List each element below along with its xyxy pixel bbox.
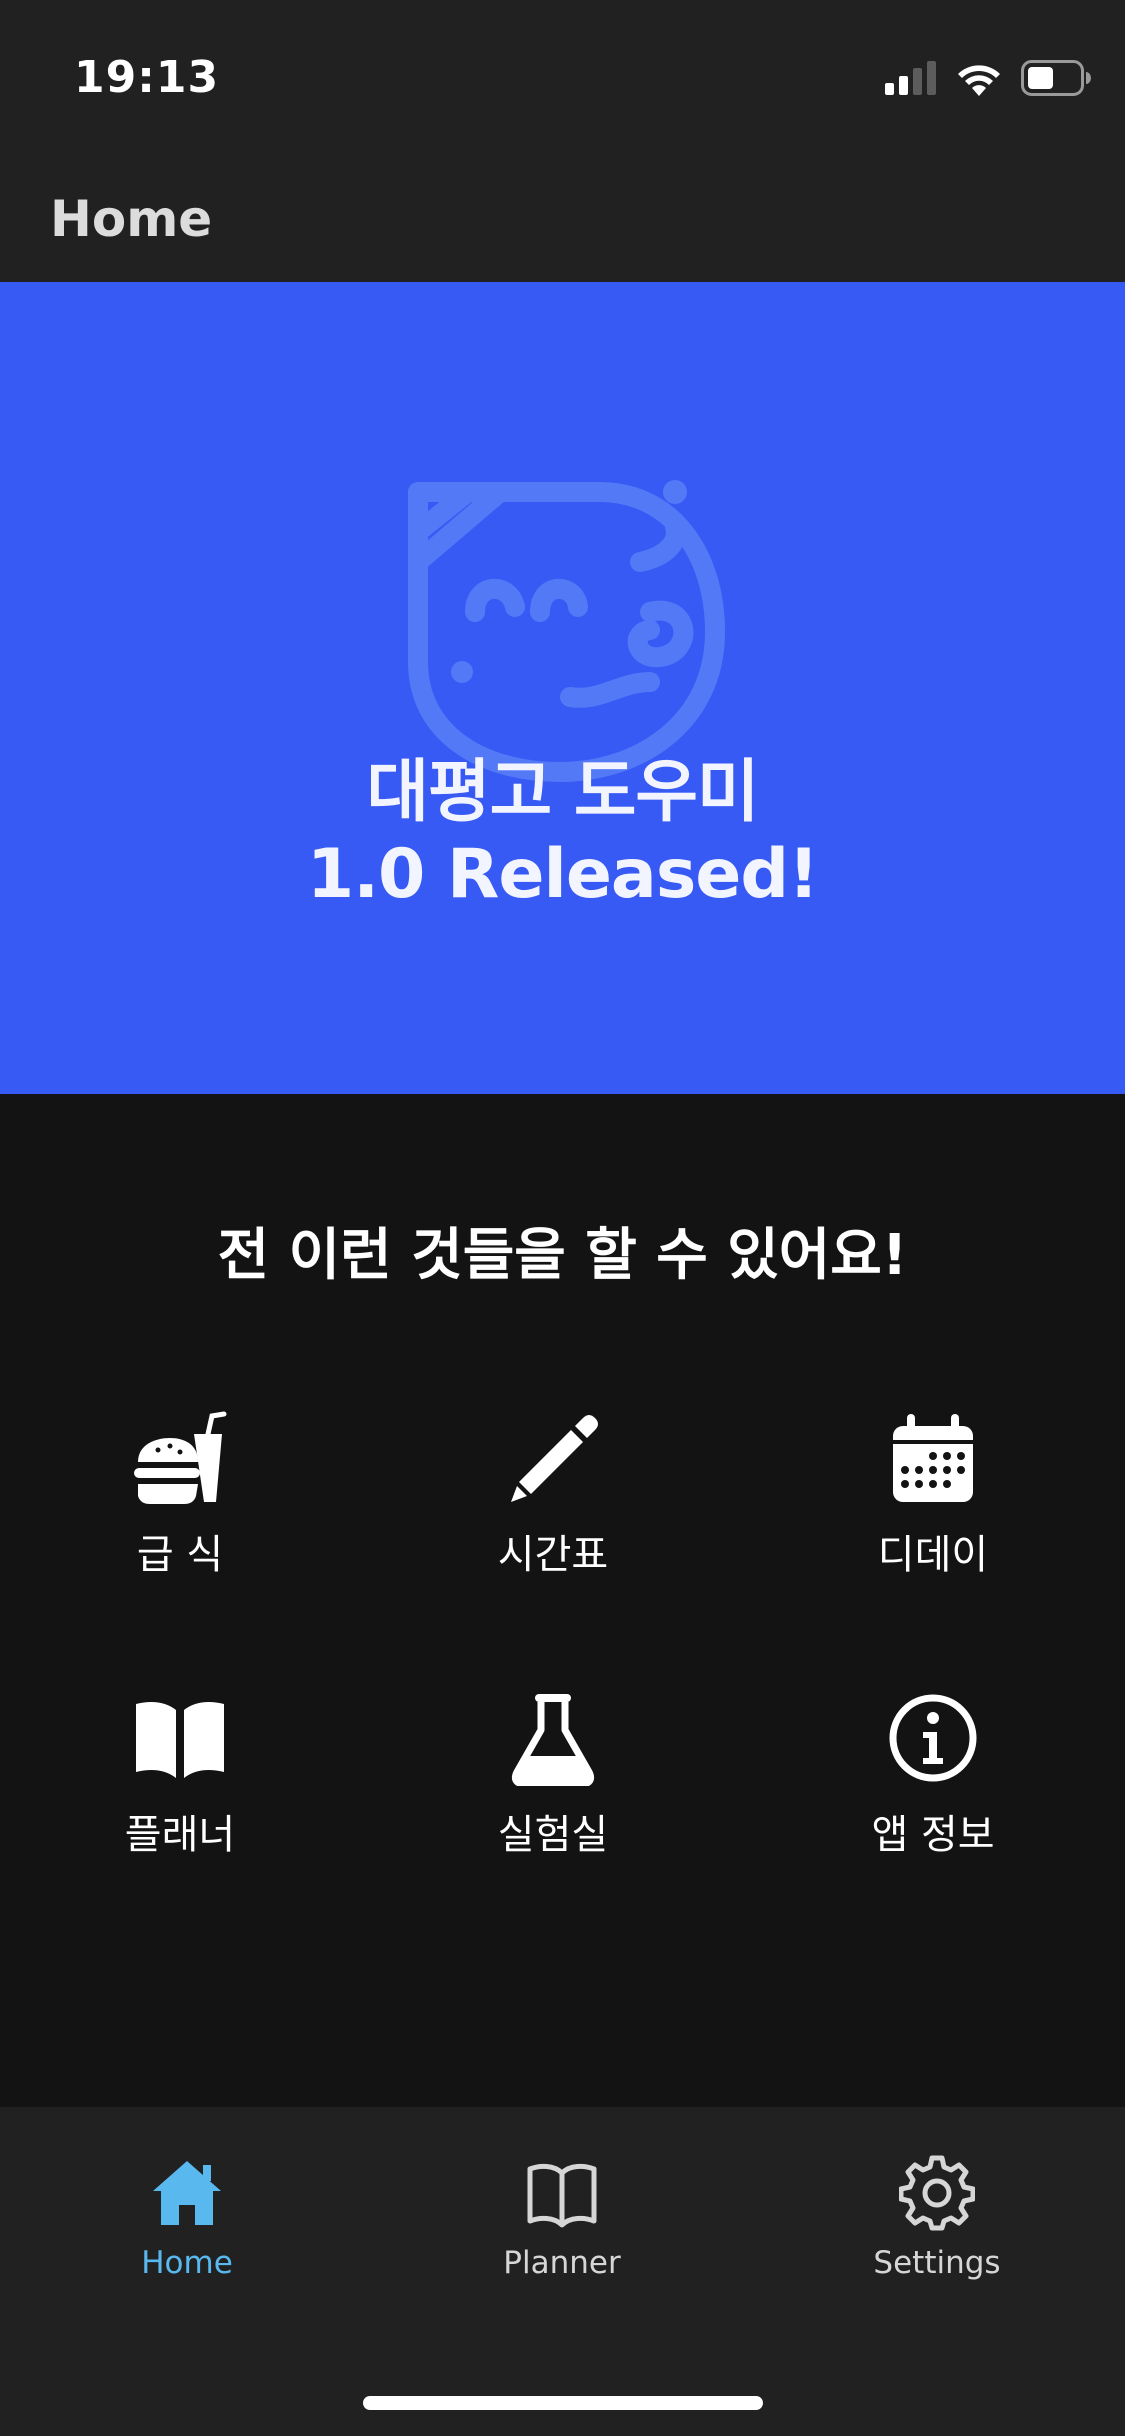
feature-app-info[interactable]: 앱 정보 xyxy=(783,1690,1083,1860)
status-time: 19:13 xyxy=(74,52,220,103)
battery-icon xyxy=(1021,60,1091,96)
bottom-tab-bar: Home Planner Settings xyxy=(0,2107,1125,2436)
burger-drink-icon xyxy=(134,1411,227,1504)
feature-label-planner: 플래너 xyxy=(124,1812,236,1858)
status-bar: 19:13 xyxy=(0,0,1125,160)
cellular-signal-icon xyxy=(885,61,936,95)
feature-meal[interactable]: 급 식 xyxy=(30,1410,330,1580)
calendar-icon xyxy=(893,1414,973,1502)
status-icons xyxy=(885,60,1091,96)
wifi-icon xyxy=(958,65,1000,96)
app-screen: 19:13 Home 대평고 도우미 1.0 Released! 전 이런 것들… xyxy=(0,0,1125,2436)
feature-label-meal: 급 식 xyxy=(136,1532,224,1578)
feature-label-app-info: 앱 정보 xyxy=(871,1812,995,1858)
pencil-icon xyxy=(511,1415,598,1502)
book-icon xyxy=(136,1702,224,1778)
app-bar: Home xyxy=(0,160,1125,282)
tab-planner[interactable]: Planner xyxy=(412,2155,712,2281)
feature-planner[interactable]: 플래너 xyxy=(30,1690,330,1860)
feature-dday[interactable]: 디데이 xyxy=(783,1410,1083,1580)
feature-timetable[interactable]: 시간표 xyxy=(403,1410,703,1580)
release-banner[interactable]: 대평고 도우미 1.0 Released! xyxy=(0,282,1125,1094)
banner-subtitle: 1.0 Released! xyxy=(306,835,819,914)
section-title: 전 이런 것들을 할 수 있어요! xyxy=(217,1223,908,1288)
banner-title: 대평고 도우미 xyxy=(366,753,759,832)
tab-label-settings: Settings xyxy=(873,2245,1001,2281)
flask-icon xyxy=(511,1694,595,1786)
mascot-logo-icon xyxy=(408,480,725,782)
tab-home[interactable]: Home xyxy=(37,2155,337,2281)
tab-label-planner: Planner xyxy=(503,2245,621,2281)
feature-label-dday: 디데이 xyxy=(877,1532,989,1578)
page-title: Home xyxy=(50,190,213,248)
feature-label-timetable: 시간표 xyxy=(497,1532,609,1578)
gear-icon xyxy=(899,2155,975,2231)
info-icon xyxy=(889,1694,977,1782)
feature-lab[interactable]: 실험실 xyxy=(403,1690,703,1860)
tab-label-home: Home xyxy=(141,2245,233,2281)
book-outline-icon xyxy=(527,2163,597,2228)
feature-label-lab: 실험실 xyxy=(497,1812,609,1858)
tab-settings[interactable]: Settings xyxy=(787,2155,1087,2281)
home-icon xyxy=(153,2161,221,2225)
home-indicator[interactable] xyxy=(363,2396,763,2410)
